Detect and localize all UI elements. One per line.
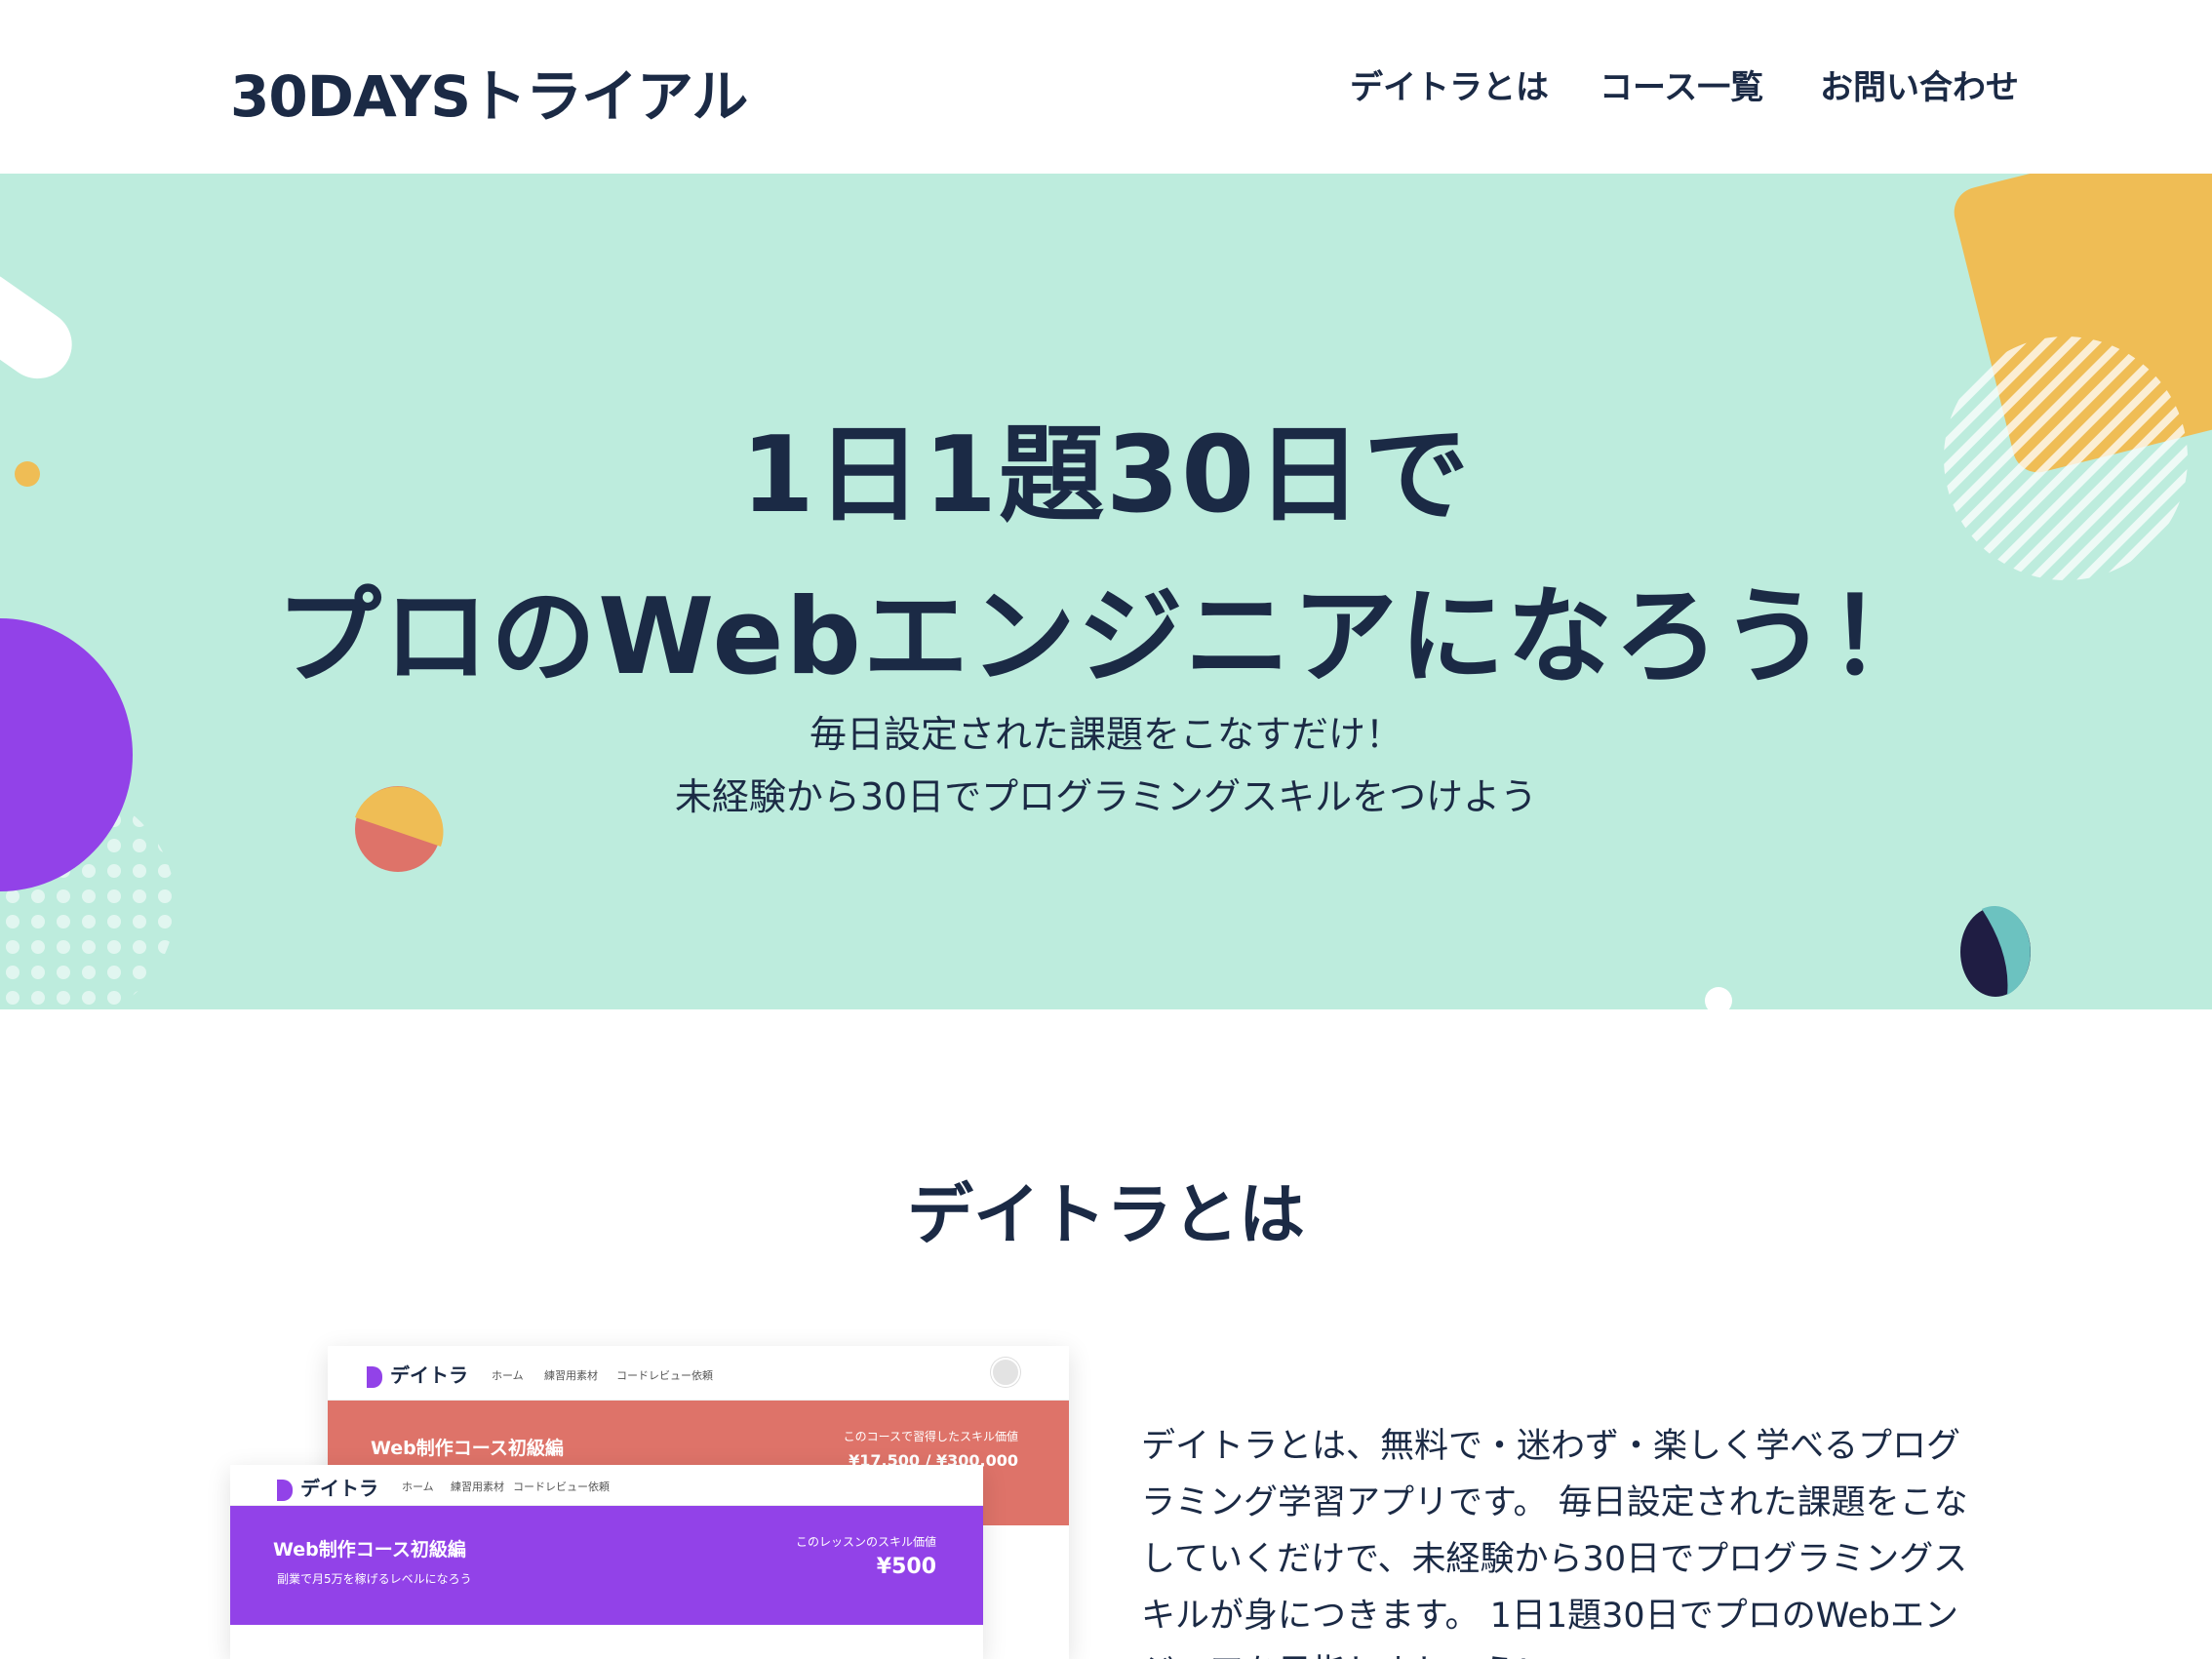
hero-title-line-1: 1日1題30日で [740, 415, 1472, 536]
about-section-title: デイトラとは [906, 1177, 1305, 1254]
mockup-card-front: デイトラ ホーム 練習用素材 コードレビュー依頼 Web制作コース初級編 副業で… [230, 1465, 983, 1659]
app-screenshot-mockup: デイトラ ホーム 練習用素材 コードレビュー依頼 Web制作コース初級編 このコ… [230, 1346, 1069, 1659]
site-logo[interactable]: 30DAYSトライアル [230, 51, 748, 133]
mockup-app-bar-front: デイトラ ホーム 練習用素材 コードレビュー依頼 [230, 1465, 983, 1506]
hero-title-line-2: プロのWebエンジニアになろう！ [276, 576, 1936, 698]
nav-link-contact[interactable]: お問い合わせ [1820, 60, 2019, 108]
mockup-nav-home: ホーム [492, 1369, 524, 1382]
hero-subtitle-line-1: 毎日設定された課題をこなすだけ！ [809, 713, 1402, 756]
mockup-app-logo: デイトラ [367, 1360, 468, 1388]
mockup-nav-review: コードレビュー依頼 [616, 1369, 713, 1382]
white-bubble-shape [1705, 987, 1732, 1009]
app-logo-icon [277, 1479, 293, 1501]
avatar-icon [991, 1358, 1020, 1387]
mockup-nav-review-front: コードレビュー依頼 [513, 1481, 610, 1493]
nav-link-courses[interactable]: コース一覧 [1600, 60, 1763, 108]
mockup-banner-title-front: Web制作コース初級編 [273, 1539, 466, 1560]
mockup-banner-label-front: このレッスンのスキル価値 [795, 1535, 936, 1549]
mockup-banner-subtitle-front: 副業で月5万を稼げるレベルになろう [277, 1572, 472, 1586]
about-description: デイトラとは、無料で・迷わず・楽しく学べるプログラミング学習アプリです。 毎日設… [1141, 1427, 1968, 1659]
mockup-banner-price-front: ¥500 [876, 1555, 936, 1579]
mockup-app-name: デイトラ [390, 1363, 468, 1387]
app-logo-icon [367, 1365, 382, 1388]
mockup-nav-materials-front: 練習用素材 [451, 1481, 504, 1493]
site-header: 30DAYSトライアル デイトラとは コース一覧 お問い合わせ [0, 0, 2212, 174]
mockup-banner-purple: Web制作コース初級編 副業で月5万を稼げるレベルになろう このレッスンのスキル… [230, 1506, 983, 1625]
mockup-app-logo-front: デイトラ [277, 1473, 378, 1501]
mockup-app-name-front: デイトラ [300, 1477, 378, 1500]
mockup-banner-label: このコースで習得したスキル価値 [843, 1430, 1018, 1443]
white-pill-shape [0, 270, 72, 379]
mockup-app-bar: デイトラ ホーム 練習用素材 コードレビュー依頼 [328, 1346, 1069, 1401]
hero-subtitle-line-2: 未経験から30日でプログラミングスキルをつけよう [674, 775, 1538, 818]
mockup-nav-home-front: ホーム [402, 1481, 434, 1493]
mockup-banner-title: Web制作コース初級編 [371, 1438, 564, 1459]
hero-section: 1日1題30日で プロのWebエンジニアになろう！ 毎日設定された課題をこなすだ… [0, 174, 2212, 1009]
mockup-nav-materials: 練習用素材 [544, 1369, 598, 1382]
nav-link-about[interactable]: デイトラとは [1350, 60, 1549, 108]
